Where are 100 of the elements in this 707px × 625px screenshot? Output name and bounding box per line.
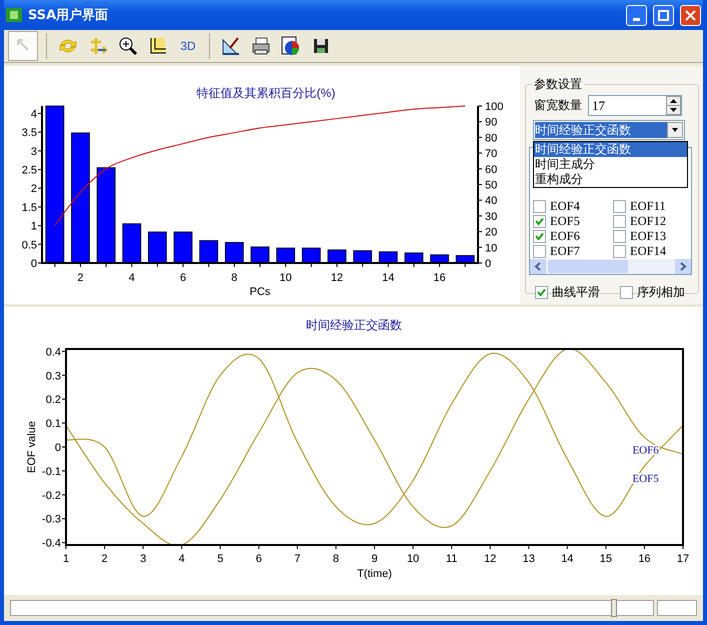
checkbox[interactable] (613, 215, 626, 228)
tick-label: 17 (676, 553, 690, 565)
ruler-icon (221, 36, 241, 56)
tick-label: 14 (382, 272, 394, 284)
tick-label: 12 (484, 553, 496, 565)
maximize-icon (658, 10, 669, 20)
checkbox-label: EOF6 (550, 229, 580, 244)
scroll-right-icon[interactable] (675, 259, 691, 274)
tick-label: 16 (638, 553, 651, 565)
maximize-button[interactable] (653, 4, 674, 26)
tick-label: 80 (485, 132, 498, 144)
tick-label: 1.5 (22, 202, 37, 214)
number-field[interactable]: 17 (588, 95, 682, 116)
minimize-button[interactable] (626, 4, 647, 26)
tick-label: 2 (102, 553, 108, 565)
tick-label: -0.4 (42, 538, 61, 550)
tick-label: 3.5 (22, 127, 37, 140)
tick-label: 40 (485, 195, 498, 208)
tick-label: 0.1 (46, 418, 61, 430)
minimize-icon (633, 18, 640, 20)
tick-label: 100 (485, 101, 504, 113)
status-field (657, 600, 697, 616)
checkbox-label: EOF5 (550, 214, 580, 229)
tick-label: 1 (62, 553, 70, 565)
tick-label: 90 (485, 116, 498, 129)
axis-label: EOF value (26, 421, 38, 473)
checkbox[interactable] (535, 286, 548, 299)
window-title: SSA用户界面 (28, 6, 110, 24)
tick-label: -0.3 (42, 514, 61, 526)
tick-label: 0 (30, 258, 37, 270)
mode-dropdown[interactable]: 时间经验正交函数 (533, 120, 685, 140)
move-icon (88, 36, 108, 56)
tick-label: 5 (217, 553, 224, 565)
chart-bar (378, 251, 398, 264)
tick-label: 13 (522, 553, 535, 565)
checkbox[interactable] (533, 215, 546, 228)
checkbox[interactable] (613, 230, 626, 243)
tick-label: 3 (140, 553, 146, 565)
tick-label: 15 (600, 553, 612, 565)
tick-label: 4 (30, 108, 37, 120)
pie-icon (281, 36, 301, 56)
chart-title: 时间经验正交函数 (306, 318, 402, 332)
tick-label: 11 (446, 553, 458, 565)
3d-button[interactable]: 3D (175, 33, 201, 59)
tick-label: 16 (433, 272, 446, 284)
tick-label: 8 (231, 272, 238, 284)
zoom-icon (118, 36, 138, 56)
tick-label: 2 (77, 272, 84, 284)
chart-bar (353, 250, 372, 264)
checkbox-label: EOF13 (630, 229, 666, 244)
chart-bar (174, 232, 192, 264)
axis-label: T(time) (357, 568, 392, 580)
tick-label: -0.2 (42, 490, 61, 502)
tick-label: 1 (30, 220, 37, 233)
checkbox[interactable] (613, 245, 626, 258)
printer-icon (251, 36, 271, 56)
tick-label: 6 (180, 272, 186, 284)
checkbox-label: 序列相加 (637, 284, 685, 301)
tick-label: 7 (294, 553, 300, 565)
close-button[interactable] (680, 4, 701, 26)
checkbox-label: EOF14 (630, 244, 666, 259)
tick-label: 0 (54, 442, 61, 454)
tick-label: 14 (561, 553, 574, 565)
tick-label: 10 (485, 242, 498, 254)
chart-bar (122, 223, 142, 264)
tick-label: 0.4 (46, 346, 61, 358)
slider-thumb[interactable] (611, 599, 618, 617)
group-title: 参数设置 (533, 76, 583, 93)
chart-bar (224, 242, 244, 264)
chart-title: 特征值及其累积百分比(%) (196, 86, 336, 100)
field-label: 窗宽数量 (534, 97, 582, 114)
save-icon (311, 36, 331, 56)
chart-bar (302, 248, 321, 264)
checkbox-label: EOF7 (550, 244, 580, 259)
checkbox[interactable] (533, 245, 546, 258)
checkbox[interactable] (533, 230, 546, 243)
checkbox[interactable] (533, 200, 546, 213)
tick-label: 30 (485, 210, 498, 223)
checkbox[interactable] (620, 286, 633, 299)
tick-label: 2.5 (22, 164, 37, 177)
scroll-left-icon[interactable] (530, 259, 546, 274)
tick-label: 8 (332, 553, 339, 565)
tick-label: 0.2 (46, 394, 61, 406)
slider-track[interactable] (10, 600, 654, 616)
tick-label: 2 (30, 183, 37, 196)
checkbox-label: EOF12 (630, 214, 666, 229)
close-icon (685, 10, 696, 20)
tick-label: 70 (485, 148, 498, 160)
chart-bar (250, 246, 270, 264)
tick-label: 20 (485, 226, 498, 239)
horizontal-scrollbar[interactable] (530, 259, 691, 274)
checkbox[interactable] (613, 200, 626, 213)
tick-label: 10 (406, 553, 420, 565)
tick-label: 4 (128, 272, 135, 284)
checkbox-label: EOF11 (630, 199, 666, 214)
dropdown-option[interactable]: 时间经验正交函数 (534, 142, 687, 157)
tick-label: 4 (178, 553, 185, 565)
chart-bar (404, 252, 424, 264)
spinner-arrows-icon[interactable] (666, 96, 681, 115)
tick-label: 9 (371, 553, 378, 565)
